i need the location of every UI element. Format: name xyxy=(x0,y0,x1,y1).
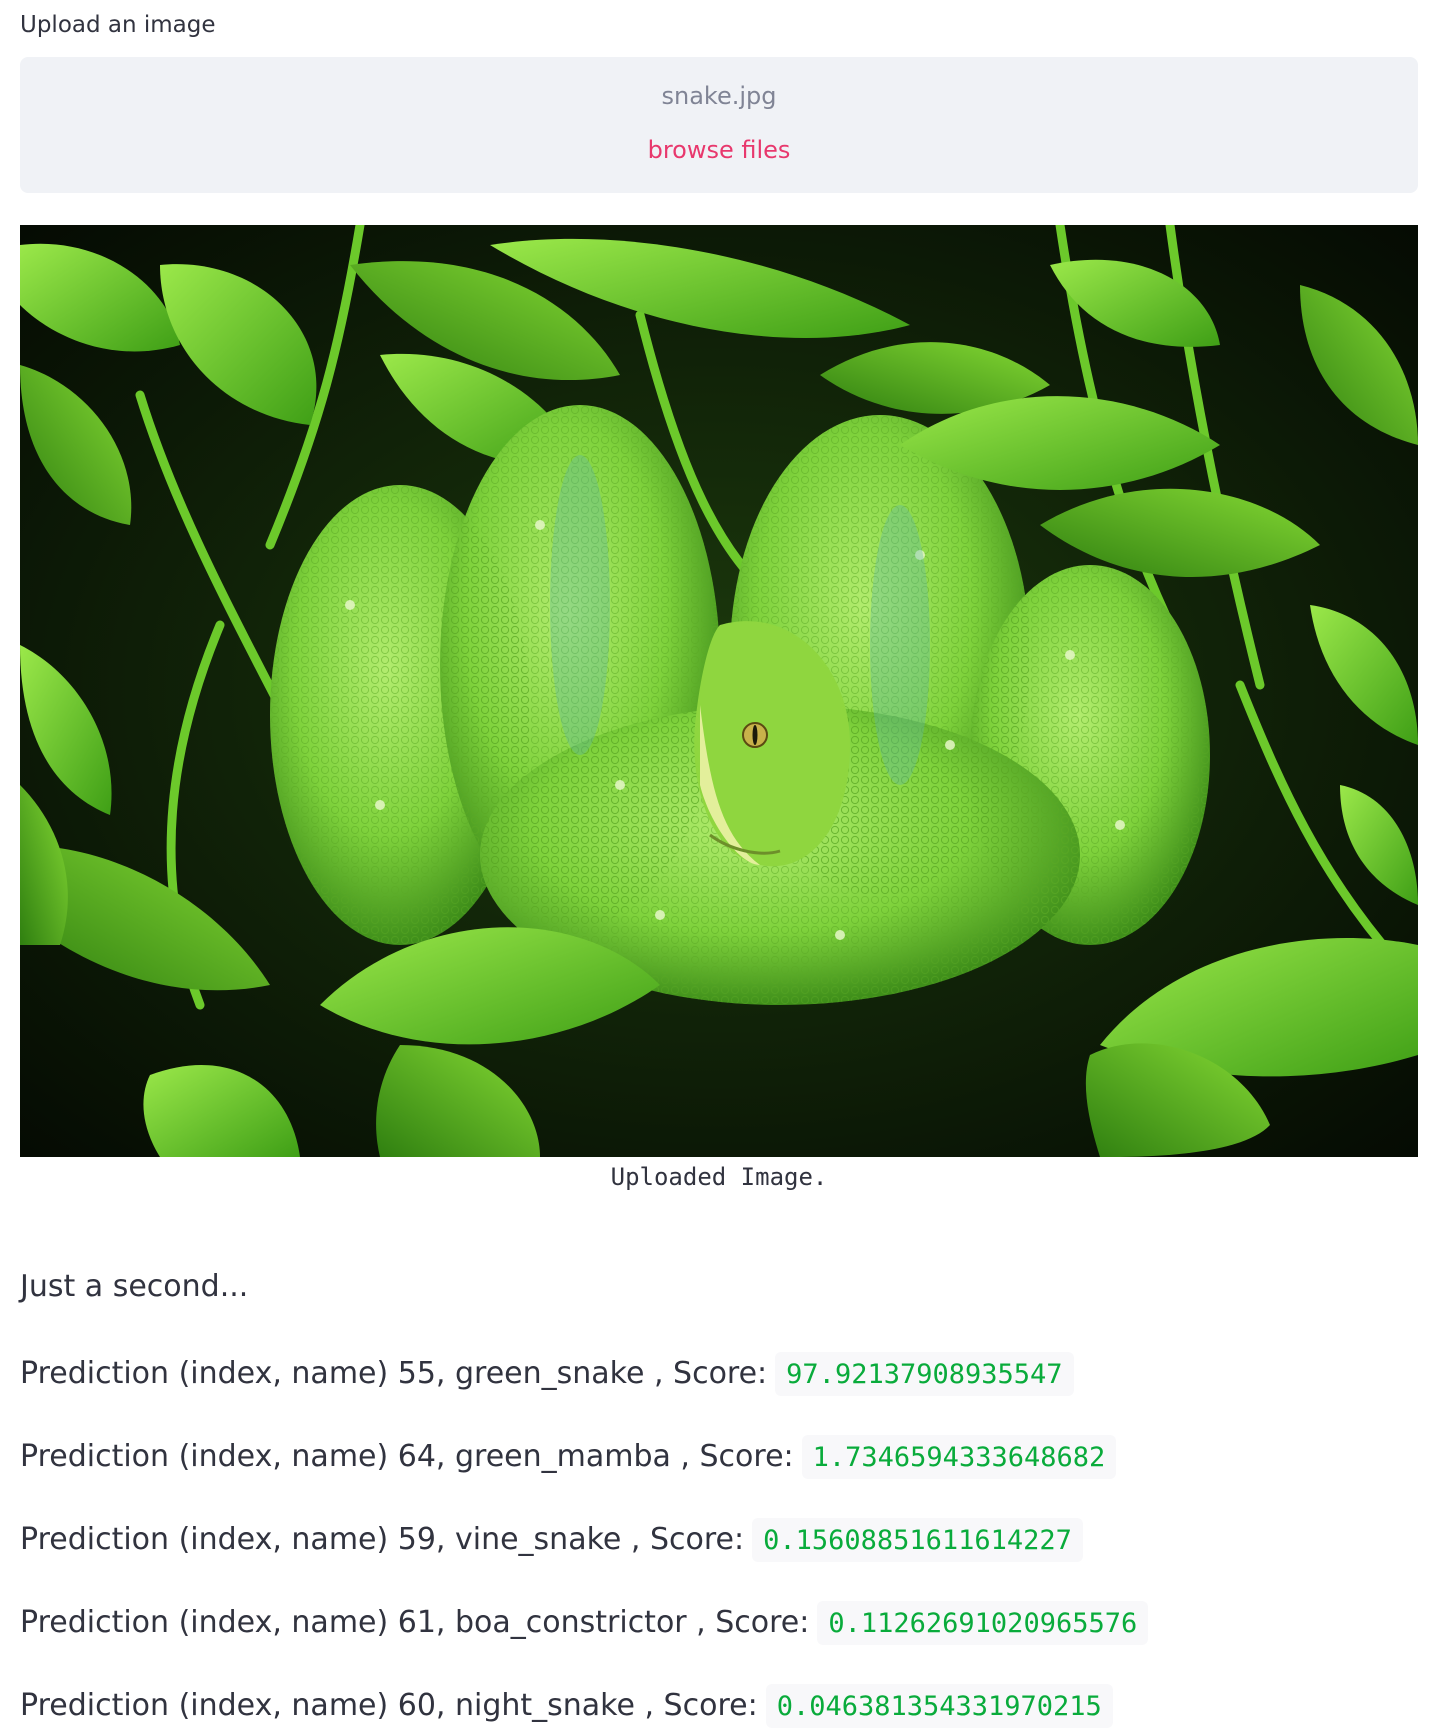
prediction-text: Prediction (index, name) 64, green_mamba… xyxy=(20,1439,794,1474)
file-dropzone[interactable]: snake.jpg browse files xyxy=(20,57,1418,193)
upload-label: Upload an image xyxy=(20,12,216,38)
prediction-text: Prediction (index, name) 55, green_snake… xyxy=(20,1356,768,1391)
prediction-score: 0.15608851611614227 xyxy=(752,1518,1083,1562)
prediction-row: Prediction (index, name) 60, night_snake… xyxy=(20,1684,1113,1728)
image-caption: Uploaded Image. xyxy=(610,1163,828,1191)
status-text: Just a second... xyxy=(20,1269,249,1304)
prediction-row: Prediction (index, name) 61, boa_constri… xyxy=(20,1601,1149,1645)
uploaded-file-name: snake.jpg xyxy=(661,82,777,110)
prediction-score: 0.11262691020965576 xyxy=(817,1601,1149,1645)
prediction-score: 97.92137908935547 xyxy=(775,1352,1074,1396)
prediction-row: Prediction (index, name) 59, vine_snake … xyxy=(20,1518,1083,1562)
prediction-row: Prediction (index, name) 55, green_snake… xyxy=(20,1352,1074,1396)
prediction-text: Prediction (index, name) 59, vine_snake … xyxy=(20,1522,745,1557)
browse-files-button[interactable]: browse files xyxy=(648,133,791,167)
prediction-text: Prediction (index, name) 60, night_snake… xyxy=(20,1688,758,1723)
prediction-score: 1.7346594333648682 xyxy=(801,1435,1117,1479)
prediction-score: 0.046381354331970215 xyxy=(765,1684,1113,1728)
uploaded-image xyxy=(20,225,1418,1157)
prediction-row: Prediction (index, name) 64, green_mamba… xyxy=(20,1435,1117,1479)
prediction-text: Prediction (index, name) 61, boa_constri… xyxy=(20,1605,810,1640)
